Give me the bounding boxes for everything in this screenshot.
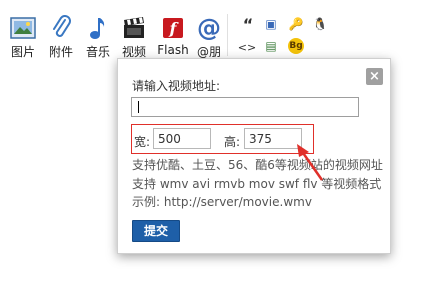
insert-attachment-label: 附件 xyxy=(48,45,73,59)
supported-sites-text: 支持优酷、土豆、56、酷6等视频站的视频网址 xyxy=(132,158,383,172)
insert-music-button[interactable]: 音乐 xyxy=(84,14,112,60)
height-input[interactable]: 375 xyxy=(244,128,302,149)
editor-toolbar: 图片 附件 音乐 视频 f Flash @ @朋 “ ▣ 🔑 🐧 <> ▤ Bg xyxy=(0,0,424,64)
submit-button[interactable]: 提交 xyxy=(132,220,180,242)
quote-icon[interactable]: “ xyxy=(240,15,256,34)
insert-image-button[interactable]: 图片 xyxy=(9,14,37,60)
width-label: 宽: xyxy=(134,135,151,149)
width-input[interactable]: 500 xyxy=(153,128,211,149)
image-frame-icon[interactable]: ▤ xyxy=(263,38,279,54)
example-url-text: 示例: http://server/movie.wmv xyxy=(132,195,312,209)
flash-icon: f xyxy=(159,14,187,42)
insert-image-label: 图片 xyxy=(10,45,35,59)
text-caret xyxy=(138,101,139,113)
toolbar-divider xyxy=(227,14,228,56)
image-icon xyxy=(9,14,37,42)
insert-video-button[interactable]: 视频 xyxy=(120,14,148,60)
penguin-icon[interactable]: 🐧 xyxy=(312,16,328,32)
insert-flash-button[interactable]: f Flash xyxy=(156,14,190,57)
code-block-icon[interactable]: ▣ xyxy=(263,16,279,32)
key-icon[interactable]: 🔑 xyxy=(288,16,304,32)
background-icon[interactable]: Bg xyxy=(288,38,304,54)
height-label: 高: xyxy=(224,135,241,149)
music-note-icon xyxy=(84,14,112,42)
code-tags-icon[interactable]: <> xyxy=(238,39,256,55)
close-icon[interactable]: × xyxy=(366,68,383,85)
video-url-input[interactable] xyxy=(131,97,359,117)
at-icon: @ xyxy=(197,14,221,42)
insert-flash-label: Flash xyxy=(157,43,189,57)
size-settings-group: 宽: 500 高: 375 xyxy=(131,124,314,154)
clapperboard-icon xyxy=(120,14,148,42)
video-url-prompt: 请输入视频地址: xyxy=(132,79,221,93)
insert-attachment-button[interactable]: 附件 xyxy=(47,14,75,60)
mention-friend-button[interactable]: @ @朋 xyxy=(195,14,223,60)
insert-music-label: 音乐 xyxy=(85,45,110,59)
insert-video-dialog: × 请输入视频地址: 宽: 500 高: 375 支持优酷、土豆、56、酷6等视… xyxy=(117,58,391,254)
paperclip-icon xyxy=(47,14,75,42)
supported-formats-text: 支持 wmv avi rmvb mov swf flv 等视频格式 xyxy=(132,177,382,191)
